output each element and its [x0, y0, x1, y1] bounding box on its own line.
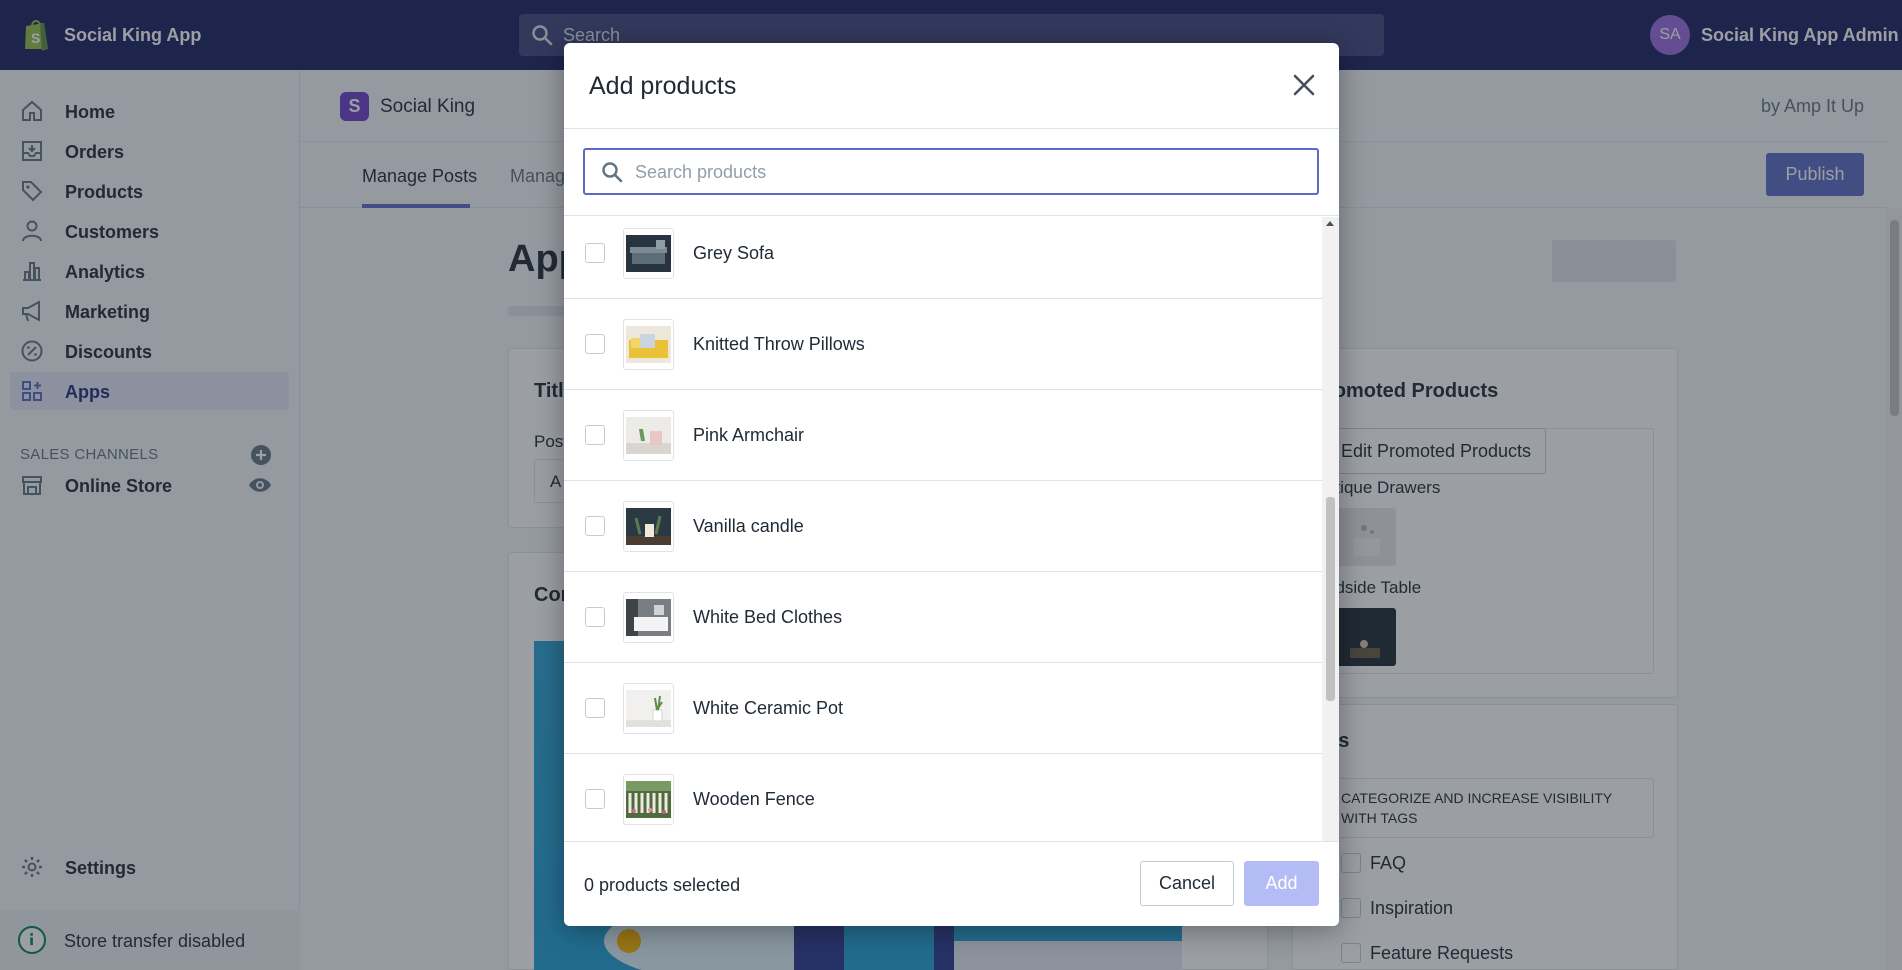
product-row[interactable]: Wooden Fence	[564, 754, 1322, 845]
product-name: Vanilla candle	[693, 516, 804, 536]
bed-image-icon	[626, 599, 671, 636]
product-thumbnail	[623, 319, 674, 370]
modal-search-section	[564, 129, 1339, 216]
product-search-field[interactable]	[583, 148, 1319, 195]
armchair-image-icon	[626, 417, 671, 454]
product-checkbox[interactable]	[585, 334, 605, 354]
product-name: Pink Armchair	[693, 425, 805, 445]
product-thumbnail	[623, 410, 674, 461]
product-row[interactable]: Knitted Throw Pillows	[564, 299, 1322, 390]
product-checkbox[interactable]	[585, 516, 605, 536]
product-checkbox[interactable]	[585, 243, 605, 263]
close-icon[interactable]	[1288, 69, 1320, 101]
product-name: White Ceramic Pot	[693, 698, 844, 718]
selected-count: 0 products selected	[584, 875, 741, 895]
product-list: Grey Sofa Knitted Throw Pillows Pink Arm…	[564, 217, 1322, 884]
product-search-input[interactable]	[635, 158, 1305, 186]
pillows-image-icon	[626, 326, 671, 363]
product-checkbox[interactable]	[585, 789, 605, 809]
candle-image-icon	[626, 508, 671, 545]
pot-image-icon	[626, 690, 671, 727]
product-name: Knitted Throw Pillows	[693, 334, 865, 354]
product-row[interactable]: Vanilla candle	[564, 481, 1322, 572]
modal-scrollbar-thumb[interactable]	[1326, 497, 1335, 701]
product-checkbox[interactable]	[585, 698, 605, 718]
add-products-modal: Add products Grey Sof	[564, 43, 1339, 926]
product-row[interactable]: White Ceramic Pot	[564, 663, 1322, 754]
product-thumbnail	[623, 774, 674, 825]
add-button[interactable]: Add	[1244, 861, 1319, 906]
product-thumbnail	[623, 592, 674, 643]
product-row[interactable]: White Bed Clothes	[564, 572, 1322, 663]
modal-header: Add products	[564, 43, 1339, 129]
product-row[interactable]: Grey Sofa	[564, 217, 1322, 299]
product-checkbox[interactable]	[585, 607, 605, 627]
search-icon	[602, 162, 623, 183]
fence-image-icon	[626, 781, 671, 818]
product-row[interactable]: Pink Armchair	[564, 390, 1322, 481]
modal-scrollbar[interactable]	[1322, 217, 1339, 884]
product-thumbnail	[623, 228, 674, 279]
scroll-up-icon[interactable]	[1326, 221, 1334, 226]
cancel-button[interactable]: Cancel	[1140, 861, 1234, 906]
product-name: Wooden Fence	[693, 789, 815, 809]
modal-footer: 0 products selected Cancel Add	[564, 841, 1339, 926]
product-name: White Bed Clothes	[693, 607, 843, 627]
product-thumbnail	[623, 501, 674, 552]
product-checkbox[interactable]	[585, 425, 605, 445]
sofa-image-icon	[626, 235, 671, 272]
product-thumbnail	[623, 683, 674, 734]
product-name: Grey Sofa	[693, 243, 775, 263]
modal-title: Add products	[589, 72, 737, 100]
